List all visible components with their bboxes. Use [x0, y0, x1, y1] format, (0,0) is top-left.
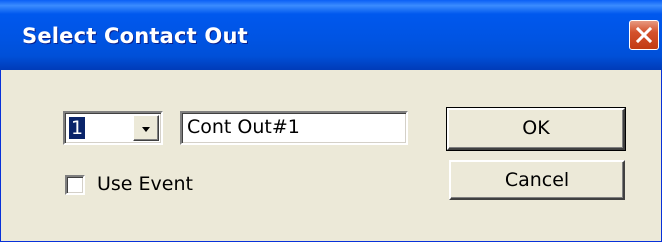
window-title: Select Contact Out — [22, 24, 248, 48]
title-bar[interactable]: Select Contact Out — [0, 0, 662, 70]
use-event-checkbox[interactable] — [65, 175, 85, 195]
ok-button[interactable]: OK — [446, 107, 626, 151]
dropdown-arrow-icon — [140, 119, 152, 138]
contact-number-value: 1 — [69, 117, 86, 139]
use-event-label[interactable]: Use Event — [97, 171, 193, 197]
dropdown-button[interactable] — [133, 115, 159, 141]
dialog-body — [1, 70, 661, 241]
cancel-button[interactable]: Cancel — [449, 160, 625, 200]
close-x-icon — [635, 26, 653, 44]
close-button[interactable] — [629, 20, 659, 50]
select-contact-out-dialog: Select Contact Out 1 Cont Out#1 Use Even… — [0, 0, 662, 242]
contact-name-field[interactable]: Cont Out#1 — [180, 111, 408, 145]
contact-number-select[interactable]: 1 — [63, 111, 163, 145]
